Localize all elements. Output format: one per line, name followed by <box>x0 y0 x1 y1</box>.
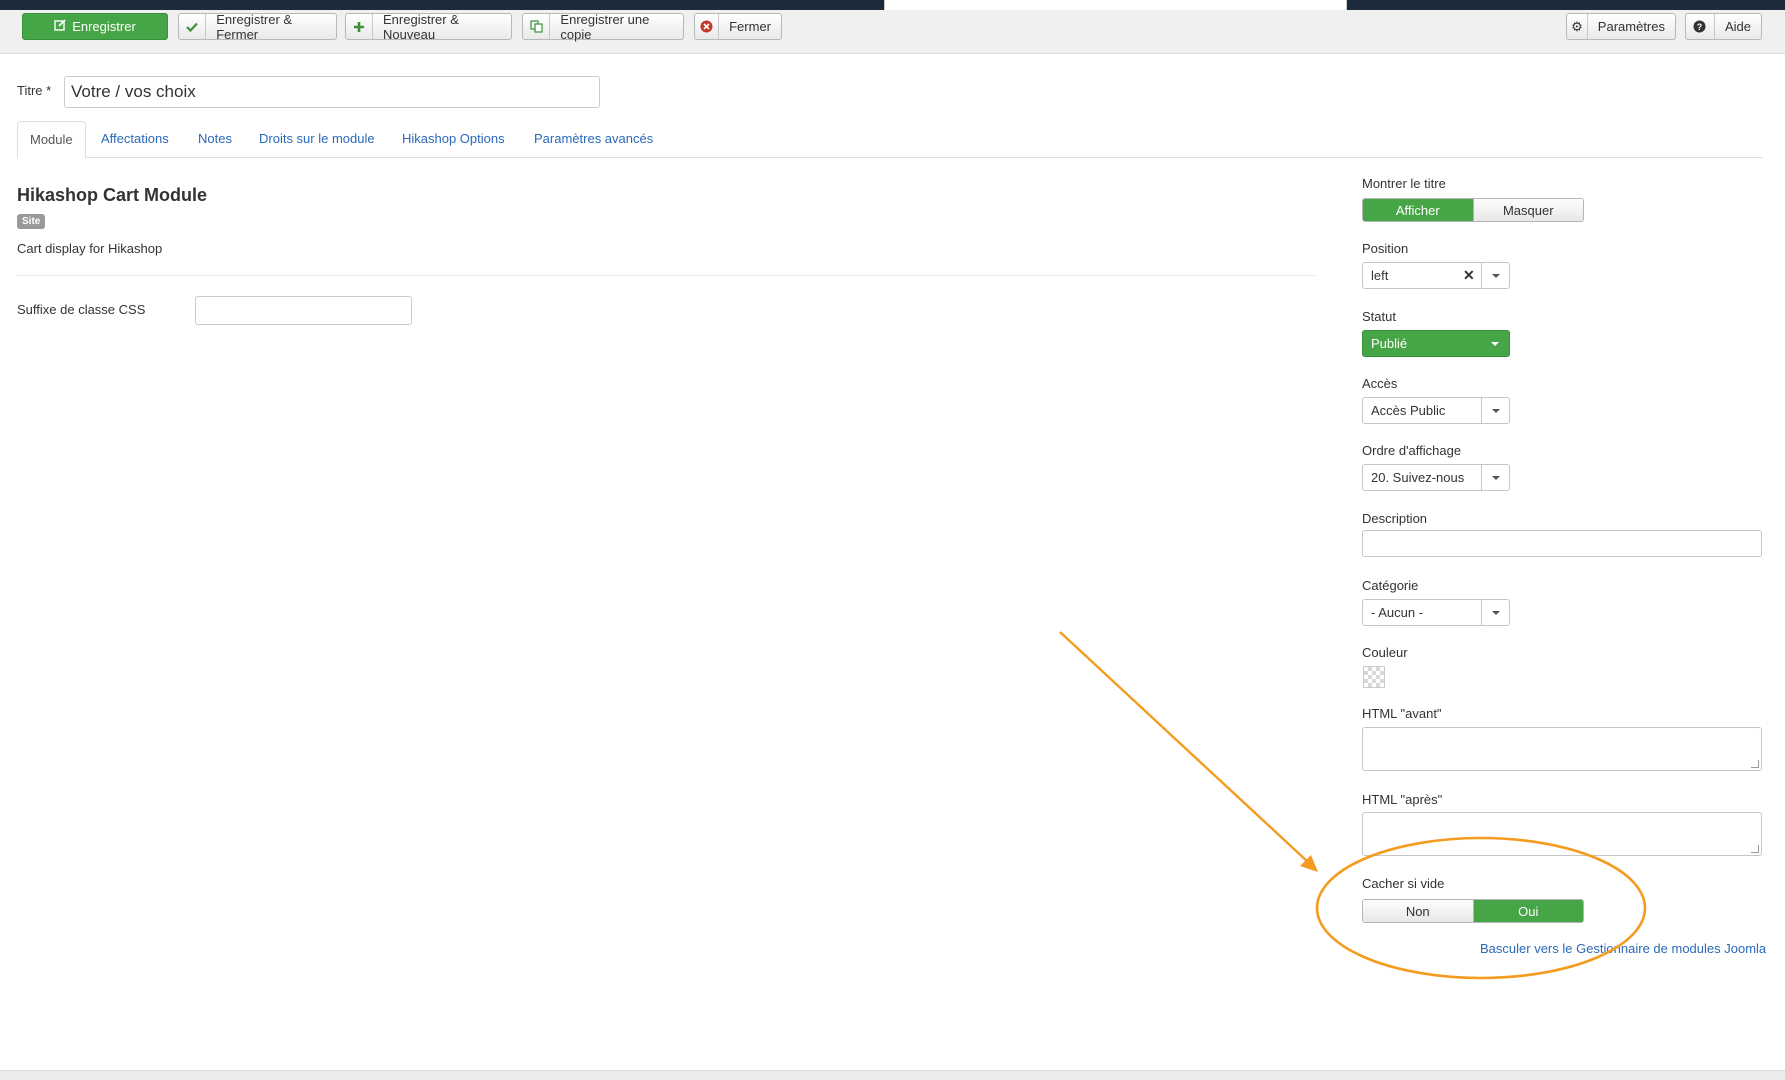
check-icon <box>179 14 207 39</box>
hide-empty-label: Cacher si vide <box>1362 876 1445 891</box>
description-label: Description <box>1362 511 1428 526</box>
save-close-label: Enregistrer & Fermer <box>216 11 293 42</box>
hide-empty-yes-option[interactable]: Oui <box>1472 900 1583 922</box>
html-before-textarea[interactable] <box>1362 727 1762 771</box>
description-input[interactable] <box>1362 530 1762 557</box>
show-title-toggle: Afficher Masquer <box>1362 198 1584 222</box>
status-footer <box>0 1070 1785 1080</box>
resize-handle[interactable] <box>1751 845 1759 853</box>
position-label: Position <box>1362 241 1409 256</box>
plus-icon <box>346 14 374 39</box>
html-after-label: HTML "après" <box>1362 792 1443 807</box>
color-picker[interactable] <box>1363 666 1385 688</box>
annotation-arrowhead <box>1300 855 1318 872</box>
html-after-textarea[interactable] <box>1362 812 1762 856</box>
edit-icon <box>54 19 66 34</box>
module-name: Hikashop Cart Module <box>17 185 208 205</box>
save-copy-button[interactable]: Enregistrer une copie <box>522 11 684 42</box>
position-select[interactable]: left ✕ <box>1362 262 1510 289</box>
options-button[interactable]: ⚙ Paramètres <box>1566 13 1676 40</box>
help-button[interactable]: ? Aide <box>1685 13 1762 40</box>
chevron-down-icon <box>1481 263 1509 288</box>
site-badge: Site <box>17 214 46 229</box>
status-select[interactable]: Publié <box>1362 330 1510 357</box>
status-label: Statut <box>1362 309 1396 324</box>
color-label: Couleur <box>1362 645 1408 660</box>
hide-empty-toggle: Non Oui <box>1362 899 1584 923</box>
tab-module[interactable]: Module <box>17 121 86 158</box>
css-suffix-label: Suffixe de classe CSS <box>17 302 146 317</box>
ordering-label: Ordre d'affichage <box>1362 443 1462 458</box>
access-label: Accès <box>1362 376 1398 391</box>
switch-module-manager-link[interactable]: Basculer vers le Gestionnaire de modules… <box>1480 941 1766 956</box>
annotation-arrow <box>1059 631 1309 863</box>
chevron-down-icon <box>1481 465 1509 490</box>
title-input[interactable] <box>64 76 600 108</box>
tab-bar: Module Affectations Notes Droits sur le … <box>17 121 1763 158</box>
close-label: Fermer <box>729 19 771 34</box>
html-before-label: HTML "avant" <box>1362 706 1442 721</box>
status-value: Publié <box>1371 336 1408 351</box>
chevron-down-icon <box>1481 331 1509 356</box>
save-new-button[interactable]: Enregistrer & Nouveau <box>345 11 512 42</box>
close-button[interactable]: Fermer <box>694 13 782 40</box>
help-label: Aide <box>1724 19 1751 34</box>
resize-handle[interactable] <box>1751 760 1759 768</box>
access-select[interactable]: Accès Public <box>1362 397 1510 424</box>
tab-permissions[interactable]: Droits sur le module <box>259 121 375 158</box>
tab-hikashop-options[interactable]: Hikashop Options <box>402 121 505 158</box>
chevron-down-icon <box>1481 398 1509 423</box>
svg-text:?: ? <box>1697 22 1703 32</box>
access-value: Accès Public <box>1371 403 1446 418</box>
close-circle-icon <box>695 14 720 39</box>
category-label: Catégorie <box>1362 578 1419 593</box>
tab-notes[interactable]: Notes <box>198 121 232 158</box>
save-button[interactable]: Enregistrer <box>22 13 168 40</box>
ordering-value: 20. Suivez-nous <box>1371 470 1465 485</box>
help-icon: ? <box>1686 14 1715 39</box>
tab-assignments[interactable]: Affectations <box>101 121 169 158</box>
show-title-label: Montrer le titre <box>1362 176 1446 191</box>
tab-advanced[interactable]: Paramètres avancés <box>534 121 653 158</box>
position-value: left <box>1371 268 1389 283</box>
show-title-hide-option[interactable]: Masquer <box>1472 199 1583 221</box>
chevron-down-icon <box>1481 600 1509 625</box>
ordering-select[interactable]: 20. Suivez-nous <box>1362 464 1510 491</box>
show-title-show-option[interactable]: Afficher <box>1363 199 1473 221</box>
save-copy-label: Enregistrer une copie <box>560 11 650 42</box>
divider <box>17 275 1315 276</box>
category-select[interactable]: - Aucun - <box>1362 599 1510 626</box>
title-label: Titre * <box>17 83 52 98</box>
css-suffix-input[interactable] <box>195 296 412 325</box>
options-label: Paramètres <box>1597 19 1665 34</box>
module-description: Cart display for Hikashop <box>17 241 163 256</box>
copy-icon <box>523 14 551 39</box>
toolbar: Enregistrer Enregistrer & Fermer Enregis… <box>0 10 1785 54</box>
save-new-label: Enregistrer & Nouveau <box>383 11 459 42</box>
gear-icon: ⚙ <box>1567 14 1588 39</box>
hide-empty-no-option[interactable]: Non <box>1363 900 1473 922</box>
save-button-label: Enregistrer <box>72 19 136 34</box>
category-value: - Aucun - <box>1371 605 1424 620</box>
save-close-button[interactable]: Enregistrer & Fermer <box>178 11 337 42</box>
clear-icon[interactable]: ✕ <box>1463 267 1481 284</box>
